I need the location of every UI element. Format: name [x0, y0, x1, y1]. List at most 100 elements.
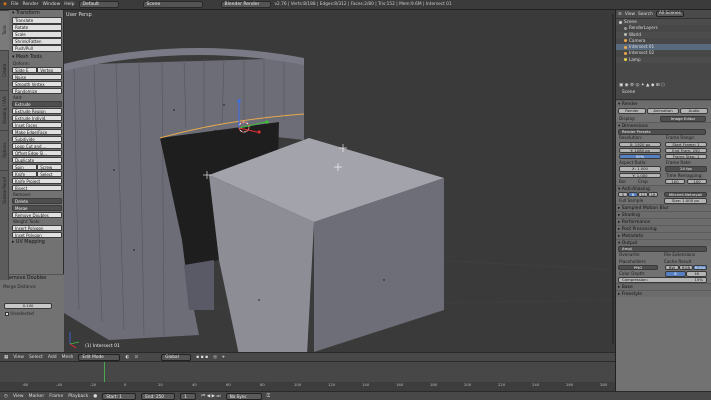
timeline-ruler[interactable]: -60 -40 -20 0 20 40 60 80 100 120 140 160 180 200 220 2…: [0, 382, 615, 391]
menu-render[interactable]: Render: [22, 2, 38, 7]
anti-aliasing-panel-header[interactable]: ▾ Anti-Aliasing: [616, 184, 711, 192]
placeholders-checkbox[interactable]: Placeholders: [619, 259, 646, 264]
crop-checkbox-label[interactable]: Crop: [638, 179, 648, 185]
color-mode-bw[interactable]: BW: [665, 264, 679, 271]
scene-select[interactable]: Scene: [142, 1, 203, 8]
unselected-checkbox[interactable]: [5, 312, 9, 316]
performance-header[interactable]: ▸ Performance: [616, 218, 711, 226]
color-mode-rgb[interactable]: RGB: [679, 264, 693, 271]
menu-mesh[interactable]: Mesh: [62, 355, 74, 360]
menu-add[interactable]: Add: [48, 355, 57, 360]
playback-controls-icon[interactable]: ⏮ ◀ ▶ ⏭: [201, 393, 220, 399]
compression-slider[interactable]: Compression: 15%: [618, 277, 707, 283]
tab-shading-uvs[interactable]: Shading / UVs: [0, 90, 9, 130]
tl-menu-playback[interactable]: Playback: [68, 394, 88, 399]
freestyle-panel-header[interactable]: ▸ Freestyle: [616, 290, 711, 298]
make-edge-face-button[interactable]: Make Edge/Face: [12, 128, 62, 135]
context-icons[interactable]: ▣ ◉ ⚙ ◎ ✦ ▲ ◆ ⊞ ⬡: [616, 82, 711, 89]
outliner-menu-search[interactable]: Search: [638, 12, 653, 17]
shrink-fatten-button[interactable]: Shrink/Fatten: [12, 38, 62, 45]
orientation-select[interactable]: Global: [161, 353, 192, 361]
menu-view[interactable]: View: [13, 355, 24, 360]
keying-icon[interactable]: ⚿: [267, 393, 270, 399]
loop-cut-button[interactable]: Loop Cut and ...: [12, 142, 62, 149]
merge-distance-field[interactable]: 0.100: [4, 303, 52, 309]
extrude-region-button[interactable]: Extrude Region: [12, 107, 62, 114]
translate-button[interactable]: Translate: [12, 17, 62, 24]
render-button[interactable]: Render: [618, 108, 646, 114]
merge-dropdown[interactable]: Merge: [12, 204, 62, 211]
transform-panel-header[interactable]: ▾ Transform: [10, 10, 64, 17]
color-depth-8[interactable]: 8: [665, 271, 686, 277]
metadata-header[interactable]: ▸ Metadata: [616, 232, 711, 240]
tab-grease-pencil[interactable]: Grease Pencil: [0, 170, 9, 210]
resolution-x-field[interactable]: X: 1920 px: [619, 141, 661, 148]
duplicate-button[interactable]: Duplicate: [12, 156, 62, 163]
frame-rate-select[interactable]: 24 fps: [665, 166, 707, 172]
audio-button[interactable]: Audio: [680, 108, 708, 114]
mode-select[interactable]: Edit Mode: [78, 353, 121, 361]
frame-step-prop[interactable]: Frame Step: 1: [665, 153, 707, 160]
render-panel-header[interactable]: ▾ Render: [616, 100, 711, 107]
aa-samples-16[interactable]: 16: [648, 191, 658, 198]
display-select[interactable]: Image Editor: [660, 116, 706, 122]
randomize-button[interactable]: Randomize: [12, 87, 62, 94]
menu-select[interactable]: Select: [29, 355, 43, 360]
bake-panel-header[interactable]: ▸ Bake: [616, 283, 711, 291]
extrude-individual-button[interactable]: Extrude Individ.: [12, 114, 62, 121]
slide-edge-button[interactable]: Slide E: [12, 66, 37, 73]
viewport-scrollbar[interactable]: [612, 14, 614, 344]
outliner-editor-icon[interactable]: ☰: [618, 12, 622, 17]
current-frame-field[interactable]: 1: [180, 392, 197, 400]
spin-button[interactable]: Spin: [12, 163, 37, 170]
sampled-motion-blur-header[interactable]: ▸ Sampled Motion Blur: [616, 204, 711, 212]
animation-button[interactable]: Animation: [647, 108, 679, 114]
menu-help[interactable]: Help: [64, 2, 74, 7]
aspect-x-field[interactable]: X: 1.000: [619, 166, 661, 172]
overwrite-checkbox[interactable]: Overwrite: [619, 252, 640, 257]
operator-panel-header[interactable]: ▾ Remove Doubles: [0, 275, 64, 282]
menu-file[interactable]: File: [11, 2, 19, 7]
timeline-editor-icon[interactable]: ◷: [4, 394, 8, 399]
start-frame-prop[interactable]: Start Frame: 1: [665, 141, 707, 148]
shading-icon[interactable]: ◐: [125, 355, 129, 360]
render-engine-select[interactable]: Blender Render: [220, 1, 271, 8]
select-mode-icons[interactable]: ▪ ▪ ▪: [196, 355, 208, 360]
screen-layout-select[interactable]: Default: [78, 1, 119, 8]
resolution-percent-slider[interactable]: 50%: [619, 153, 661, 160]
editor-type-icon[interactable]: ▦: [4, 355, 8, 360]
resolution-y-field[interactable]: Y: 1080 px: [619, 147, 661, 154]
outliner-row-lamp[interactable]: Lamp: [616, 56, 711, 64]
inset-faces-button[interactable]: Inset Faces: [12, 121, 62, 128]
bisect-button[interactable]: Bisect: [12, 184, 62, 191]
push-pull-button[interactable]: Push/Pull: [12, 45, 62, 52]
border-checkbox-label[interactable]: Bor: [619, 179, 626, 184]
full-sample-checkbox[interactable]: Full Sample: [619, 198, 643, 203]
slide-vertex-button[interactable]: Vertex: [37, 66, 62, 73]
mesh-tools-panel-header[interactable]: ▾ Mesh Tools: [10, 54, 64, 61]
render-presets-select[interactable]: Render Presets: [618, 129, 706, 135]
noise-button[interactable]: Noise: [12, 73, 62, 80]
record-icon[interactable]: ●: [93, 394, 97, 399]
dimensions-panel-header[interactable]: ▾ Dimensions: [616, 122, 711, 130]
scale-button[interactable]: Scale: [12, 31, 62, 38]
aa-filter-select[interactable]: Mitchell-Netravali: [664, 191, 707, 198]
uv-mapping-panel-header[interactable]: ▸ UV Mapping: [10, 239, 64, 246]
aa-samples-5[interactable]: 5: [618, 191, 628, 198]
remap-new-field[interactable]: 100: [687, 178, 707, 185]
color-mode-rgba[interactable]: RGBA: [693, 264, 707, 271]
offset-edge-slide-button[interactable]: Offset Edge Sl...: [12, 149, 62, 156]
output-path-field[interactable]: /tmp\: [618, 246, 707, 252]
output-panel-header[interactable]: ▾ Output: [616, 239, 711, 247]
aa-samples-8[interactable]: 8: [628, 191, 638, 198]
tl-menu-view[interactable]: View: [13, 394, 24, 399]
pivot-icon[interactable]: ⊙: [134, 355, 138, 360]
screw-button[interactable]: Screw: [37, 163, 62, 170]
sync-select[interactable]: No Sync: [225, 392, 262, 400]
knife-button[interactable]: Knife: [12, 170, 37, 177]
proportional-edit-icon[interactable]: ◎: [213, 355, 217, 360]
tl-menu-frame[interactable]: Frame: [49, 394, 63, 399]
extrude-dropdown[interactable]: Extrude: [12, 100, 62, 107]
subdivide-button[interactable]: Subdivide: [12, 135, 62, 142]
remap-old-field[interactable]: 100: [665, 178, 685, 185]
